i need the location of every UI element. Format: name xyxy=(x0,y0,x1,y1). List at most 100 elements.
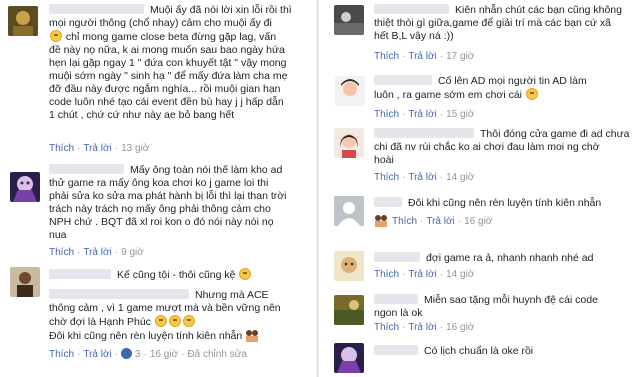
comment-text: Nhưng mà ACE xyxy=(195,289,269,301)
smile-emoji-icon xyxy=(168,315,181,327)
avatar-image xyxy=(334,295,364,325)
avatar[interactable] xyxy=(334,251,364,281)
avatar-image xyxy=(334,343,364,373)
avatar[interactable] xyxy=(334,295,364,325)
commenter-name[interactable] xyxy=(374,252,420,262)
comment-actions: Thích · Trả lời · 3 · 16 giờ · Đã chỉnh sửa xyxy=(49,348,247,360)
avatar[interactable] xyxy=(334,128,364,158)
avatar[interactable] xyxy=(335,76,365,106)
comment-actions: Thích · Trả lời · 13 giờ xyxy=(49,143,150,154)
reply-link[interactable]: Trả lời xyxy=(83,247,111,258)
comment-actions: Thích · Trả lời · 16 giờ xyxy=(374,322,475,333)
like-count-icon[interactable] xyxy=(121,348,133,359)
like-link[interactable]: Thích xyxy=(374,269,399,280)
comment-actions: Thích · Trả lời · 15 giờ xyxy=(374,109,475,120)
commenter-name[interactable] xyxy=(374,75,432,85)
avatar[interactable] xyxy=(10,267,40,297)
reply-link[interactable]: Trả lời xyxy=(408,322,436,333)
comment-body: Thôi đóng cửa game đi ad chưa chi đã nv … xyxy=(374,128,629,167)
edited-label[interactable]: Đã chỉnh sửa xyxy=(187,349,247,360)
avatar-image xyxy=(8,6,38,36)
comment-text: đỡ đầu này được ngắm nghía... rồi muội g… xyxy=(49,83,281,95)
comment-text: Đôi khi cũng nên rèn luyện tính kiên nhẫ… xyxy=(408,197,602,209)
reply-link[interactable]: Trả lời xyxy=(83,143,111,154)
commenter-name[interactable] xyxy=(49,164,124,174)
comment-body: Muội ấy đã nói lời xin lỗi rồi thì mọi n… xyxy=(49,4,292,122)
commenter-name[interactable] xyxy=(374,128,474,138)
comment-actions: Thích · Trả lời · 16 giờ xyxy=(374,214,492,227)
timestamp[interactable]: 15 giờ xyxy=(446,109,474,120)
avatar-image xyxy=(334,251,364,281)
reply-link[interactable]: Trả lời xyxy=(408,109,436,120)
timestamp[interactable]: 16 giờ xyxy=(464,216,492,227)
commenter-name[interactable] xyxy=(374,345,418,355)
timestamp[interactable]: 9 giờ xyxy=(121,247,144,258)
comment-text: thử game ra mấy ông koa chơi ko j game l… xyxy=(49,177,269,189)
comment-text: Có lịch chuẩn là oke rồi xyxy=(424,345,534,357)
avatar[interactable] xyxy=(334,5,364,35)
avatar[interactable] xyxy=(334,343,364,373)
avatar[interactable] xyxy=(334,196,364,226)
like-link[interactable]: Thích xyxy=(374,322,399,333)
people-emoji-icon xyxy=(375,215,387,227)
timestamp[interactable]: 16 giờ xyxy=(446,322,474,333)
reply-link[interactable]: Trả lời xyxy=(83,349,111,360)
reply-link[interactable]: Trả lời xyxy=(426,216,454,227)
commenter-name[interactable] xyxy=(49,269,111,279)
comment-text: Cố lên AD mọi người tin AD làm xyxy=(438,75,587,87)
like-count[interactable]: 3 xyxy=(135,349,141,360)
comment-body: Kế cũng tội - thôi cũng kệ Nhưng mà ACE … xyxy=(49,268,281,343)
comment-text: đợi game ra ả, nhanh nhanh nhé ad xyxy=(426,252,594,264)
comment-body: Kiên nhẫn chút các bạn cũng không thiệt … xyxy=(374,4,622,43)
comment-text: Đôi khi cũng nên rèn luyện tính kiên nhẫ… xyxy=(49,330,243,342)
commenter-name[interactable] xyxy=(49,4,144,14)
comment-text: code luôn nhé tạo cái event đền bù hay j… xyxy=(49,96,284,108)
reply-link[interactable]: Trả lời xyxy=(408,172,436,183)
reply-link[interactable]: Trả lời xyxy=(408,269,436,280)
commenter-name[interactable] xyxy=(49,289,189,299)
like-link[interactable]: Thích xyxy=(374,172,399,183)
smile-emoji-icon xyxy=(239,268,252,280)
comment-body: đợi game ra ả, nhanh nhanh nhé ad xyxy=(374,252,593,265)
like-link[interactable]: Thích xyxy=(49,349,74,360)
comment-body: Miễn sao tặng mỗi huynh đệ cái code ngon… xyxy=(374,294,598,320)
smile-emoji-icon xyxy=(154,315,167,327)
timestamp[interactable]: 14 giờ xyxy=(446,172,474,183)
avatar[interactable] xyxy=(10,172,40,202)
comment-text: chờ đợi là Hạnh Phúc xyxy=(49,316,151,328)
comment-text: thiệt thòi gì giữa,game để giải trí mà c… xyxy=(374,17,612,29)
avatar-image xyxy=(10,172,40,202)
comment-text: chi đã nv rùi chắc ko ai chơi đau làm mo… xyxy=(374,141,600,153)
comment-actions: Thích · Trả lời · 14 giờ xyxy=(374,172,475,183)
comment-text: ngon là ok xyxy=(374,307,423,319)
commenter-name[interactable] xyxy=(374,4,449,14)
avatar[interactable] xyxy=(8,6,38,36)
like-link[interactable]: Thích xyxy=(374,109,399,120)
comment-text: thông cảm , vì 1 game mượt mà và bền vữn… xyxy=(49,302,281,314)
smile-emoji-icon xyxy=(525,88,538,100)
like-link[interactable]: Thích xyxy=(392,216,417,227)
avatar-image xyxy=(335,76,365,106)
comment-text: Thôi đóng cửa game đi ad chưa xyxy=(480,128,630,140)
timestamp[interactable]: 17 giờ xyxy=(446,51,474,62)
timestamp[interactable]: 13 giờ xyxy=(121,143,149,154)
comment-text: hoài xyxy=(374,154,394,166)
comment-body: Cố lên AD mọi người tin AD làm luôn , ra… xyxy=(374,75,587,102)
smile-emoji-icon xyxy=(50,30,62,42)
commenter-name[interactable] xyxy=(374,294,418,304)
comment-actions: Thích · Trả lời · 17 giờ xyxy=(374,51,475,62)
like-link[interactable]: Thích xyxy=(49,247,74,258)
like-link[interactable]: Thích xyxy=(49,143,74,154)
avatar-image xyxy=(10,267,40,297)
commenter-name[interactable] xyxy=(374,197,402,207)
comment-text: luôn , ra game sớm em chơi cái xyxy=(374,89,522,101)
comment-text: chỉ mong game close beta đừng gặp lag, v… xyxy=(65,31,277,43)
avatar-image xyxy=(334,5,364,35)
timestamp[interactable]: 16 giờ xyxy=(150,349,178,360)
timestamp[interactable]: 14 giờ xyxy=(446,269,474,280)
comment-body: Mấy ông toàn nói thế làm kho ad thử game… xyxy=(49,164,287,242)
reply-link[interactable]: Trả lời xyxy=(408,51,436,62)
like-link[interactable]: Thích xyxy=(374,51,399,62)
people-emoji-icon xyxy=(246,330,259,342)
comment-text: Kiên nhẫn chút các bạn cũng không xyxy=(455,4,622,16)
